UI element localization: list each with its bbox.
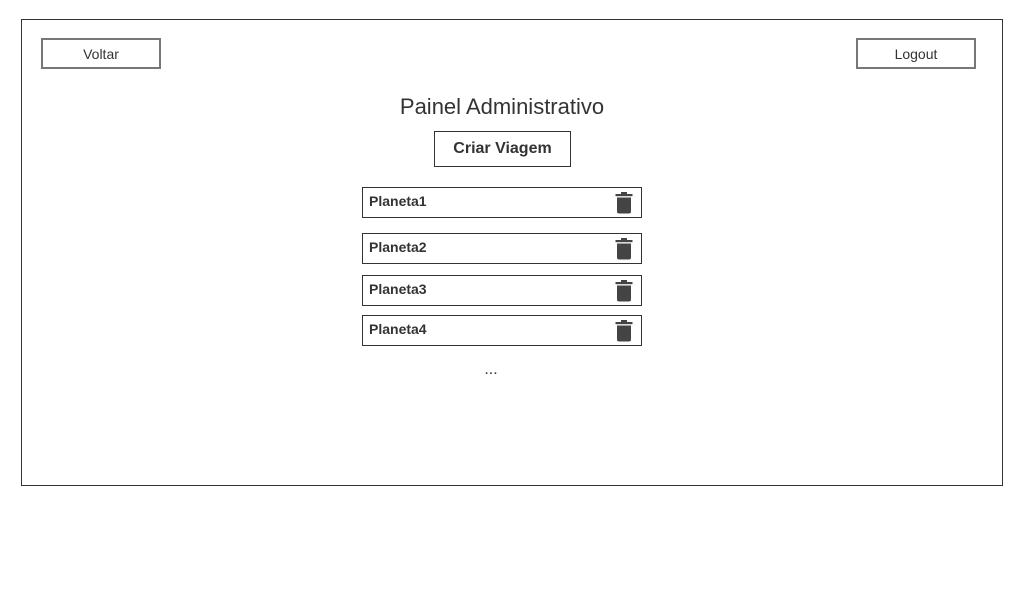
trash-icon[interactable] xyxy=(615,192,633,214)
list-item: Planeta3 xyxy=(362,275,642,306)
list-item: Planeta1 xyxy=(362,187,642,218)
page-title: Painel Administrativo xyxy=(399,94,605,119)
list-item-label: Planeta3 xyxy=(369,281,427,297)
list-item: Planeta4 xyxy=(362,315,642,346)
list-item-label: Planeta1 xyxy=(369,193,427,209)
list-item-label: Planeta2 xyxy=(369,239,427,255)
trash-icon[interactable] xyxy=(615,320,633,342)
back-button[interactable]: Voltar xyxy=(41,38,161,69)
trash-icon[interactable] xyxy=(615,280,633,302)
more-items-indicator: ... xyxy=(484,361,498,378)
admin-panel-frame: Voltar Logout Painel Administrativo Cria… xyxy=(21,19,1003,486)
list-item-label: Planeta4 xyxy=(369,321,427,337)
trash-icon[interactable] xyxy=(615,238,633,260)
list-item: Planeta2 xyxy=(362,233,642,264)
logout-button[interactable]: Logout xyxy=(856,38,976,69)
create-trip-button[interactable]: Criar Viagem xyxy=(434,131,571,167)
